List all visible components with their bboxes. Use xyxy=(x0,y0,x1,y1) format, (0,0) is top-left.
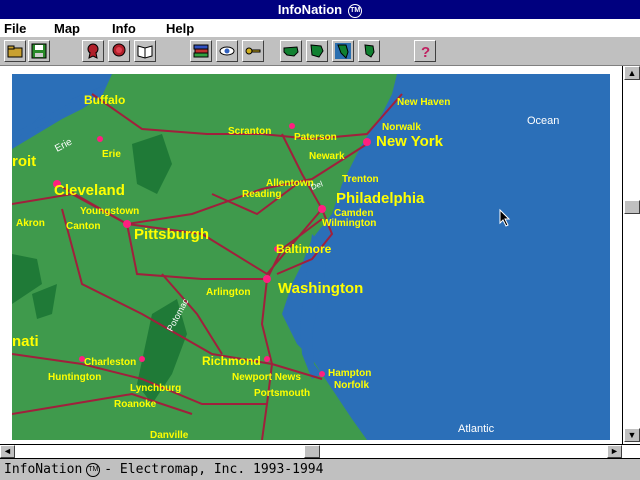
menu-file[interactable]: File xyxy=(4,21,26,36)
eye-icon[interactable] xyxy=(216,40,238,62)
toolbar: ? xyxy=(0,37,640,66)
city-label-reading: Reading xyxy=(242,189,281,200)
scroll-left-button[interactable]: ◄ xyxy=(0,445,15,458)
city-label-philadelphia: Philadelphia xyxy=(336,190,425,207)
city-label-roanoke: Roanoke xyxy=(114,399,157,410)
city-label-charleston: Charleston xyxy=(84,357,136,368)
city-label-new-york: New York xyxy=(376,133,444,150)
city-label-wilmington: Wilmington xyxy=(322,218,376,229)
water-label-atlantic: Atlantic xyxy=(458,423,495,435)
status-app-name: InfoNation xyxy=(4,462,83,477)
city-label-norfolk: Norfolk xyxy=(334,380,369,391)
city-label-youngstown: Youngstown xyxy=(80,206,139,217)
usa-map-icon[interactable] xyxy=(280,40,302,62)
open-book-icon[interactable] xyxy=(134,40,156,62)
city-label-new-haven: New Haven xyxy=(397,97,450,108)
question-help-icon[interactable]: ? xyxy=(414,40,436,62)
city-label-washington: Washington xyxy=(278,280,363,297)
scroll-right-button[interactable]: ► xyxy=(607,445,622,458)
svg-text:?: ? xyxy=(421,44,430,59)
city-label-lynchburg: Lynchburg xyxy=(130,383,181,394)
map-canvas[interactable]: Buffalo New Haven Norwalk New York Scran… xyxy=(12,74,610,440)
horizontal-scroll-thumb[interactable] xyxy=(304,445,320,458)
scroll-up-button[interactable]: ▲ xyxy=(624,66,640,80)
status-bar: InfoNation TM - Electromap, Inc. 1993-1994 xyxy=(0,459,640,480)
key-icon[interactable] xyxy=(242,40,264,62)
city-label-portsmouth: Portsmouth xyxy=(254,388,310,399)
state-map-icon[interactable] xyxy=(332,40,354,62)
city-label-roit: roit xyxy=(12,153,36,170)
city-label-scranton: Scranton xyxy=(228,126,271,137)
vertical-scrollbar[interactable]: ▲ ▼ xyxy=(622,66,640,444)
window-title: InfoNation xyxy=(277,2,343,17)
city-label-danville: Danville xyxy=(150,430,189,440)
award-rosette-icon[interactable] xyxy=(108,40,130,62)
city-label-paterson: Paterson xyxy=(294,132,337,143)
trademark-badge: TM xyxy=(348,3,363,18)
save-disk-icon[interactable] xyxy=(28,40,50,62)
vertical-scroll-thumb[interactable] xyxy=(624,200,640,214)
folder-open-icon[interactable] xyxy=(4,40,26,62)
map-viewport[interactable]: Buffalo New Haven Norwalk New York Scran… xyxy=(0,66,622,444)
state-outline-icon[interactable] xyxy=(358,40,380,62)
city-label-baltimore: Baltimore xyxy=(276,242,332,256)
scroll-down-button[interactable]: ▼ xyxy=(624,428,640,442)
city-label-norwalk: Norwalk xyxy=(382,122,421,133)
menu-map[interactable]: Map xyxy=(54,21,80,36)
menu-bar: File Map Info Help xyxy=(0,19,640,38)
city-label-richmond: Richmond xyxy=(202,354,261,368)
award-ribbon-icon[interactable] xyxy=(82,40,104,62)
city-label-buffalo: Buffalo xyxy=(84,93,125,107)
city-label-akron: Akron xyxy=(16,218,45,229)
menu-info[interactable]: Info xyxy=(112,21,136,36)
horizontal-scrollbar[interactable]: ◄ ► xyxy=(0,444,640,459)
region-map-icon[interactable] xyxy=(306,40,328,62)
status-trademark-badge: TM xyxy=(86,462,101,477)
city-label-hampton: Hampton xyxy=(328,368,371,379)
window-title-bar: InfoNation TM xyxy=(0,0,640,19)
city-label-trenton: Trenton xyxy=(342,174,379,185)
city-label-cleveland: Cleveland xyxy=(54,182,125,199)
city-label-huntington: Huntington xyxy=(48,372,101,383)
city-label-newport-news: Newport News xyxy=(232,372,301,383)
stacked-books-icon[interactable] xyxy=(190,40,212,62)
city-label-allentown: Allentown xyxy=(266,178,314,189)
city-label-nati: nati xyxy=(12,333,39,350)
city-label-pittsburgh: Pittsburgh xyxy=(134,226,209,243)
city-label-newark: Newark xyxy=(309,151,345,162)
water-label-ocean: Ocean xyxy=(527,115,559,127)
menu-help[interactable]: Help xyxy=(166,21,194,36)
city-label-erie: Erie xyxy=(102,149,121,160)
city-label-canton: Canton xyxy=(66,221,100,232)
city-label-arlington: Arlington xyxy=(206,287,250,298)
status-copyright-text: - Electromap, Inc. 1993-1994 xyxy=(104,462,324,477)
